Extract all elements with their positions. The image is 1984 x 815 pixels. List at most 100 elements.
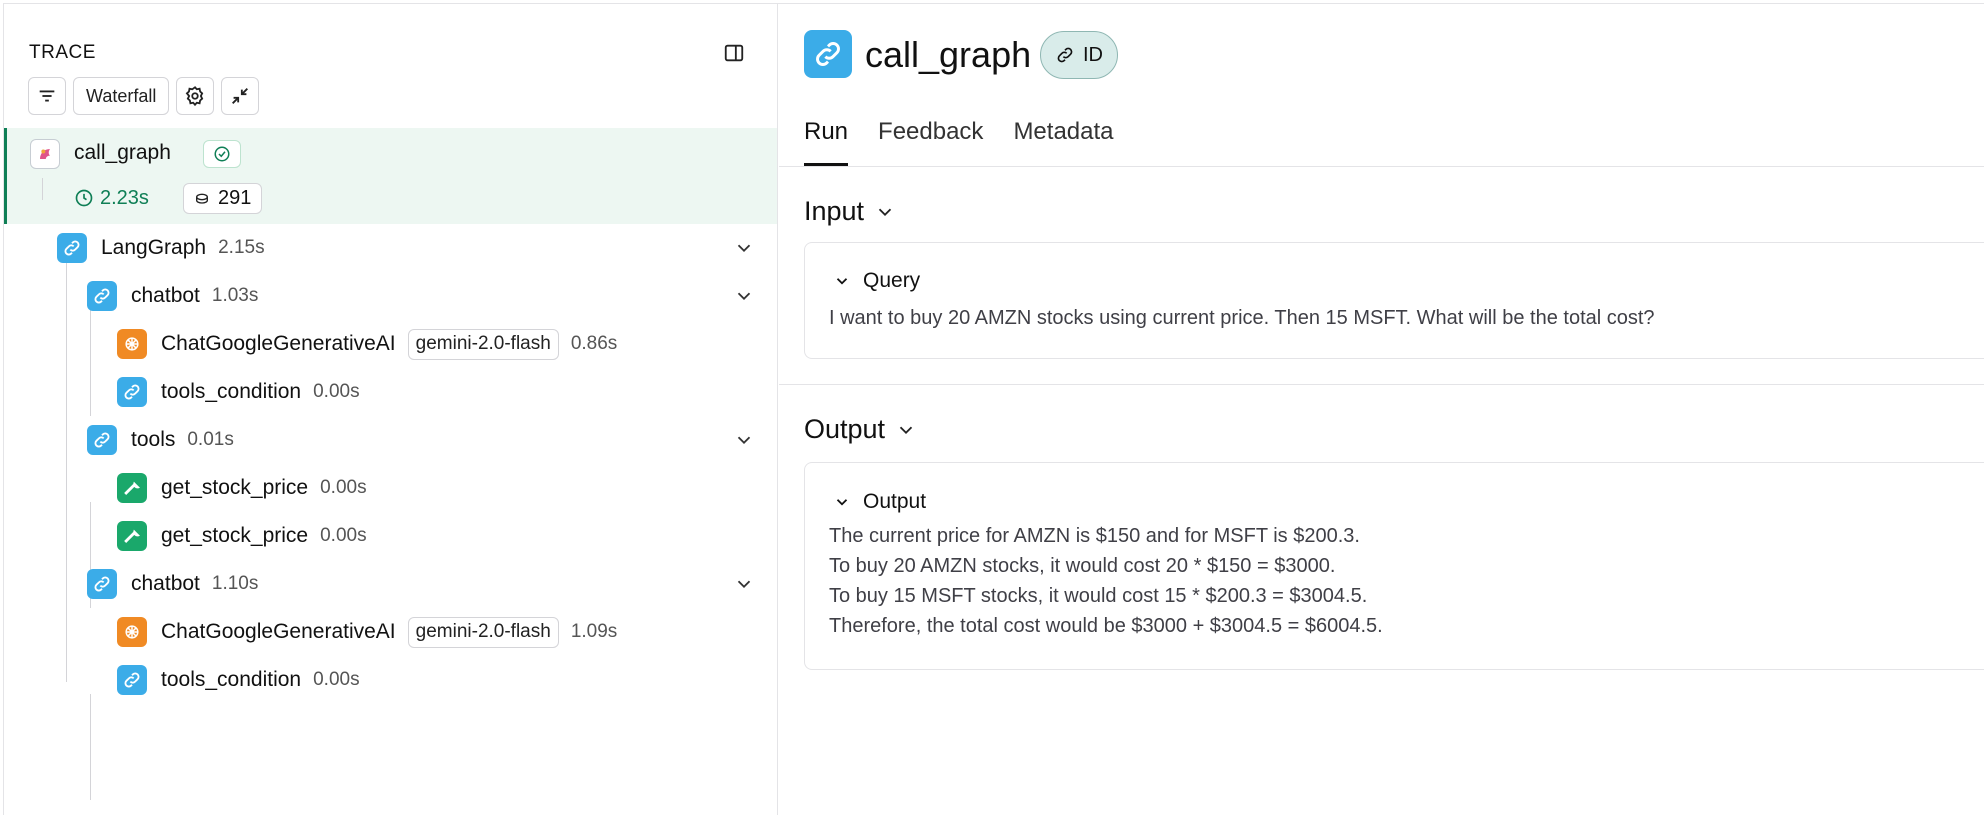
tree-row-chatbot[interactable]: chatbot 1.10s <box>87 560 258 608</box>
chevron-down-icon[interactable] <box>733 285 755 307</box>
output-line: To buy 15 MSFT stocks, it would cost 15 … <box>829 585 1368 607</box>
output-line: The current price for AMZN is $150 and f… <box>829 525 1360 547</box>
tree-row-name: tools_condition <box>161 380 302 403</box>
tree-row-time: 0.00s <box>320 477 367 498</box>
tree-connector <box>90 694 91 800</box>
tree-row-time: 1.03s <box>211 285 259 306</box>
tree-connector <box>42 178 43 200</box>
output-card: Output The current price for AMZN is $15… <box>804 462 1984 670</box>
chain-link-icon <box>117 377 147 407</box>
token-count-badge: 291 <box>183 183 263 214</box>
check-circle-icon <box>214 146 230 162</box>
chevron-down-icon[interactable] <box>733 573 755 595</box>
tree-row-name: tools <box>131 428 176 451</box>
tree-row-name: ChatGoogleGenerativeAI <box>161 332 396 355</box>
chevron-down-icon <box>836 278 848 285</box>
tab-feedback[interactable]: Feedback <box>878 116 983 166</box>
tree-row-time: 0.86s <box>570 333 618 354</box>
wrench-icon <box>117 473 147 503</box>
tree-row-name: LangGraph <box>101 236 207 259</box>
chain-link-icon <box>804 30 852 78</box>
tree-row-name: get_stock_price <box>161 524 309 547</box>
tree-row-time: 1.09s <box>570 621 618 642</box>
trace-title: TRACE <box>29 42 96 63</box>
latency-value: 2.23s <box>100 186 149 209</box>
link-icon <box>1057 47 1073 63</box>
tree-row-chatgooglegenerativeai[interactable]: ChatGoogleGenerativeAI gemini-2.0-flash … <box>117 608 617 656</box>
run-tabs: Run Feedback Metadata <box>804 116 1114 166</box>
settings-button[interactable] <box>176 77 215 115</box>
trace-root-row[interactable]: call_graph 2.23s 291 <box>4 128 777 224</box>
collapse-button[interactable] <box>221 77 260 115</box>
run-detail-panel: call_graph ID Run Feedback Metadata Inpu… <box>779 4 1984 815</box>
output-title: Output <box>863 490 927 513</box>
tree-row-chatbot[interactable]: chatbot 1.03s <box>87 272 258 320</box>
tree-connector <box>90 310 91 416</box>
wrench-icon <box>117 521 147 551</box>
run-title: call_graph <box>865 34 1032 75</box>
langgraph-logo-icon <box>30 139 60 169</box>
id-label: ID <box>1083 43 1103 66</box>
coins-icon <box>196 193 208 204</box>
copy-id-button[interactable]: ID <box>1040 31 1118 79</box>
input-heading: Input <box>804 196 865 226</box>
gear-icon <box>186 86 204 107</box>
tree-row-name: tools_condition <box>161 668 302 691</box>
chain-link-icon <box>87 281 117 311</box>
tree-row-get-stock-price[interactable]: get_stock_price 0.00s <box>117 512 367 560</box>
output-section-toggle[interactable]: Output <box>804 414 917 445</box>
tab-metadata[interactable]: Metadata <box>1013 116 1113 166</box>
output-toggle[interactable]: Output <box>833 490 926 514</box>
clock-icon <box>75 189 93 207</box>
app-window: TRACE Waterfall call_graph 2.23s 291 Lan… <box>3 3 1984 815</box>
llm-sparkle-icon <box>117 329 147 359</box>
chevron-down-icon[interactable] <box>733 429 755 451</box>
tree-row-tools[interactable]: tools 0.01s <box>87 416 234 464</box>
tree-row-time: 0.00s <box>313 381 360 402</box>
tree-row-langgraph[interactable]: LangGraph 2.15s <box>57 224 265 272</box>
tabs-divider <box>779 166 1984 167</box>
query-title: Query <box>863 269 921 292</box>
query-toggle[interactable]: Query <box>833 269 920 293</box>
trace-panel: TRACE Waterfall call_graph 2.23s 291 Lan… <box>4 4 778 815</box>
token-count-value: 291 <box>218 187 252 209</box>
tree-row-tools-condition[interactable]: tools_condition 0.00s <box>117 368 360 416</box>
chevron-down-icon <box>836 499 848 506</box>
waterfall-button[interactable]: Waterfall <box>73 77 170 115</box>
panel-toggle-icon[interactable] <box>723 42 745 64</box>
chevron-down-icon[interactable] <box>733 237 755 259</box>
output-line: Therefore, the total cost would be $3000… <box>829 615 1383 637</box>
chain-link-icon <box>87 425 117 455</box>
query-text: I want to buy 20 AMZN stocks using curre… <box>829 307 1655 329</box>
tree-row-time: 1.10s <box>211 573 259 594</box>
tree-row-name: get_stock_price <box>161 476 309 499</box>
input-section-toggle[interactable]: Input <box>804 196 896 227</box>
latency-badge: 2.23s <box>74 183 149 213</box>
tree-row-time: 0.01s <box>187 429 234 450</box>
tab-run[interactable]: Run <box>804 116 849 166</box>
tree-row-tools-condition[interactable]: tools_condition 0.00s <box>117 656 360 704</box>
tree-row-name: chatbot <box>131 284 200 307</box>
tree-row-get-stock-price[interactable]: get_stock_price 0.00s <box>117 464 367 512</box>
model-badge: gemini-2.0-flash <box>407 328 559 360</box>
output-line: To buy 20 AMZN stocks, it would cost 20 … <box>829 555 1336 577</box>
chevron-down-icon <box>899 426 913 434</box>
chain-link-icon <box>87 569 117 599</box>
tree-row-name: chatbot <box>131 572 200 595</box>
tree-row-name: ChatGoogleGenerativeAI <box>161 620 396 643</box>
input-card: Query I want to buy 20 AMZN stocks using… <box>804 242 1984 359</box>
output-text: The current price for AMZN is $150 and f… <box>829 521 1383 641</box>
llm-sparkle-icon <box>117 617 147 647</box>
tree-row-time: 0.00s <box>320 525 367 546</box>
filter-icon <box>39 90 55 102</box>
collapse-icon <box>232 88 249 104</box>
tree-row-chatgooglegenerativeai[interactable]: ChatGoogleGenerativeAI gemini-2.0-flash … <box>117 320 617 368</box>
success-status-badge <box>203 140 241 168</box>
output-heading: Output <box>804 414 886 444</box>
chain-link-icon <box>57 233 87 263</box>
section-divider <box>779 384 1984 385</box>
tree-row-time: 2.15s <box>218 237 265 258</box>
chain-link-icon <box>117 665 147 695</box>
trace-toolbar: Waterfall <box>28 77 260 115</box>
filter-button[interactable] <box>28 77 66 115</box>
